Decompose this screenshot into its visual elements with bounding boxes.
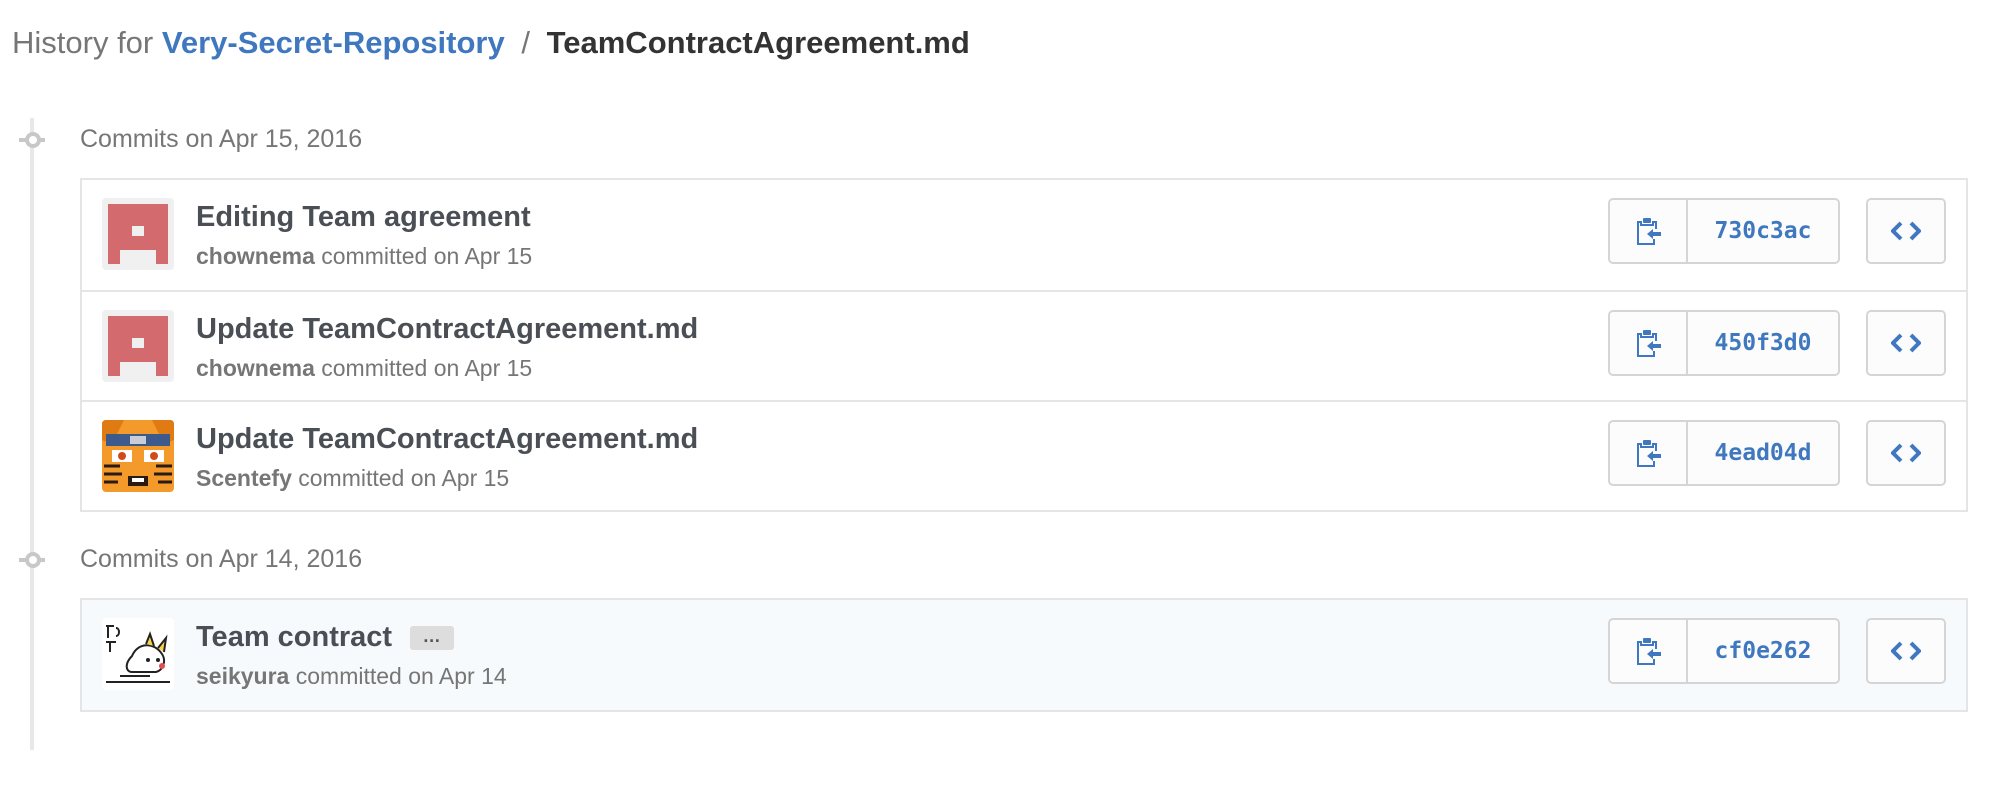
commit-sha-group: 730c3ac (1608, 198, 1840, 264)
clipboard-copy-icon (1637, 218, 1661, 245)
commit-author-link[interactable]: chownema (196, 355, 315, 381)
commit-row: Update TeamContractAgreement.md Scentefy… (82, 400, 1966, 510)
commit-group-title: Commits on Apr 14, 2016 (80, 545, 363, 573)
commit-sha-group: cf0e262 (1608, 618, 1840, 684)
commit-message-link[interactable]: Update TeamContractAgreement.md (196, 420, 698, 458)
commit-row: Editing Team agreement chownema committe… (82, 180, 1966, 290)
commit-sha-link[interactable]: 730c3ac (1688, 198, 1840, 264)
code-brackets-icon (1891, 221, 1921, 241)
commit-author-link[interactable]: chownema (196, 243, 315, 269)
commit-meta: seikyura committed on Apr 14 (196, 660, 507, 692)
clipboard-copy-icon (1637, 440, 1661, 467)
commit-date: committed on Apr 15 (298, 465, 510, 491)
commit-date: committed on Apr 14 (295, 663, 507, 689)
commit-meta: Scentefy committed on Apr 15 (196, 462, 509, 494)
commit-sha-link[interactable]: 450f3d0 (1688, 310, 1840, 376)
commit-message-link[interactable]: Editing Team agreement (196, 198, 531, 236)
author-avatar[interactable] (102, 310, 174, 382)
commit-group-icon (19, 552, 45, 568)
commit-date: committed on Apr 15 (321, 355, 533, 381)
copy-sha-button[interactable] (1608, 618, 1688, 684)
commit-group-title: Commits on Apr 15, 2016 (80, 125, 363, 153)
browse-files-button[interactable] (1866, 420, 1946, 486)
code-brackets-icon (1891, 443, 1921, 463)
commit-sha-link[interactable]: 4ead04d (1688, 420, 1840, 486)
commit-row: Update TeamContractAgreement.md chownema… (82, 290, 1966, 400)
browse-files-button[interactable] (1866, 310, 1946, 376)
commit-group-icon (19, 132, 45, 148)
commit-date: committed on Apr 15 (321, 243, 533, 269)
page-title: History for Very-Secret-Repository / Tea… (12, 22, 970, 64)
code-brackets-icon (1891, 641, 1921, 661)
author-avatar[interactable] (102, 618, 174, 690)
copy-sha-button[interactable] (1608, 420, 1688, 486)
author-avatar[interactable] (102, 420, 174, 492)
copy-sha-button[interactable] (1608, 310, 1688, 376)
file-name: TeamContractAgreement.md (546, 25, 970, 60)
commit-sha-link[interactable]: cf0e262 (1688, 618, 1840, 684)
commit-row: Team contract … seikyura committed on Apr… (82, 600, 1966, 710)
code-brackets-icon (1891, 333, 1921, 353)
commit-meta: chownema committed on Apr 15 (196, 240, 532, 272)
commit-list: Team contract … seikyura committed on Apr… (80, 598, 1968, 712)
expand-message-button[interactable]: … (410, 626, 455, 651)
commit-message-link[interactable]: Update TeamContractAgreement.md (196, 310, 698, 348)
commit-author-link[interactable]: seikyura (196, 663, 289, 689)
commit-meta: chownema committed on Apr 15 (196, 352, 532, 384)
commit-author-link[interactable]: Scentefy (196, 465, 292, 491)
history-prefix: History for (12, 25, 154, 60)
repo-link[interactable]: Very-Secret-Repository (162, 25, 505, 60)
commit-message-link[interactable]: Team contract (196, 621, 392, 653)
clipboard-copy-icon (1637, 638, 1661, 665)
commit-sha-group: 4ead04d (1608, 420, 1840, 486)
commit-history-page: History for Very-Secret-Repository / Tea… (0, 0, 1998, 806)
author-avatar[interactable] (102, 198, 174, 270)
copy-sha-button[interactable] (1608, 198, 1688, 264)
clipboard-copy-icon (1637, 330, 1661, 357)
timeline-line (30, 118, 34, 750)
commit-list: Editing Team agreement chownema committe… (80, 178, 1968, 512)
commit-title-line: Team contract … (196, 618, 455, 656)
browse-files-button[interactable] (1866, 618, 1946, 684)
path-separator: / (521, 25, 530, 60)
commit-sha-group: 450f3d0 (1608, 310, 1840, 376)
browse-files-button[interactable] (1866, 198, 1946, 264)
